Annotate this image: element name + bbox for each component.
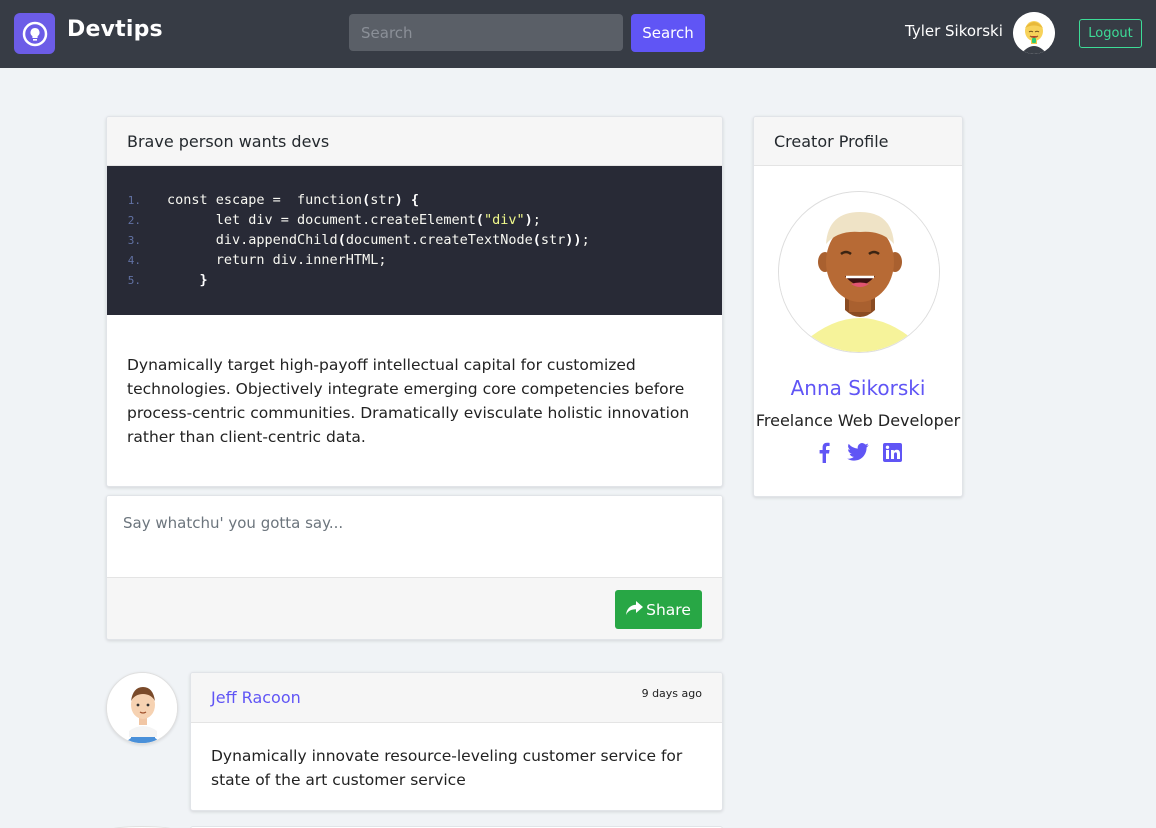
line-number: 1. xyxy=(127,193,141,207)
line-number: 2. xyxy=(127,213,141,227)
code-text: return div.innerHTML; xyxy=(167,252,387,268)
comment-form: Share xyxy=(106,495,723,640)
share-label: Share xyxy=(646,600,691,619)
reply-author-name[interactable]: Jeff Racoon xyxy=(211,688,301,707)
lightbulb-logo-icon[interactable] xyxy=(14,13,55,54)
line-number: 4. xyxy=(127,253,141,267)
logout-button[interactable]: Logout xyxy=(1079,19,1142,48)
post-card: Brave person wants devs 1. const escape … xyxy=(106,116,723,487)
post-title: Brave person wants devs xyxy=(107,117,722,166)
search-input[interactable] xyxy=(349,14,623,51)
search-button[interactable]: Search xyxy=(631,14,705,52)
code-text: div.appendChild(document.createTextNode(… xyxy=(167,232,590,248)
reply-timestamp: 9 days ago xyxy=(641,687,702,700)
current-user-name: Tyler Sikorski xyxy=(905,22,1003,40)
creator-title: Freelance Web Developer xyxy=(755,411,961,430)
share-button[interactable]: Share xyxy=(615,590,702,629)
code-text: } xyxy=(167,272,208,288)
facebook-icon[interactable] xyxy=(813,441,835,463)
linkedin-icon[interactable] xyxy=(881,441,903,463)
creator-name[interactable]: Anna Sikorski xyxy=(754,376,962,400)
share-icon xyxy=(626,600,644,619)
creator-avatar xyxy=(778,191,940,353)
line-number: 5. xyxy=(127,273,141,287)
code-line: 3. div.appendChild(document.createTextNo… xyxy=(107,230,722,250)
user-avatar[interactable] xyxy=(1013,12,1055,54)
code-line: 1. const escape = function(str) { xyxy=(107,190,722,210)
code-text: let div = document.createElement("div"); xyxy=(167,212,541,228)
post-body: Dynamically target high-payoff intellect… xyxy=(127,356,690,446)
creator-profile-card: Creator Profile Anna Sikorski Freelance … xyxy=(753,116,963,497)
code-line: 4. return div.innerHTML; xyxy=(107,250,722,270)
code-text: const escape = function(str) { xyxy=(167,192,419,208)
reply-body: Dynamically innovate resource-leveling c… xyxy=(211,747,683,789)
code-line: 2. let div = document.createElement("div… xyxy=(107,210,722,230)
brand-name[interactable]: Devtips xyxy=(67,17,163,42)
social-links xyxy=(754,441,962,463)
reply-author-avatar[interactable] xyxy=(106,672,178,744)
navbar: Devtips Search Tyler Sikorski Logout xyxy=(0,0,1156,68)
profile-header: Creator Profile xyxy=(754,117,962,166)
code-block: 1. const escape = function(str) { 2. let… xyxy=(107,166,722,315)
comment-footer: Share xyxy=(107,577,722,639)
twitter-icon[interactable] xyxy=(847,441,869,463)
line-number: 3. xyxy=(127,233,141,247)
reply-header: Jeff Racoon 9 days ago xyxy=(191,673,722,723)
code-line: 5. } xyxy=(107,270,722,290)
comment-textarea[interactable] xyxy=(107,496,722,577)
reply-card: Jeff Racoon 9 days ago Dynamically innov… xyxy=(190,672,723,811)
